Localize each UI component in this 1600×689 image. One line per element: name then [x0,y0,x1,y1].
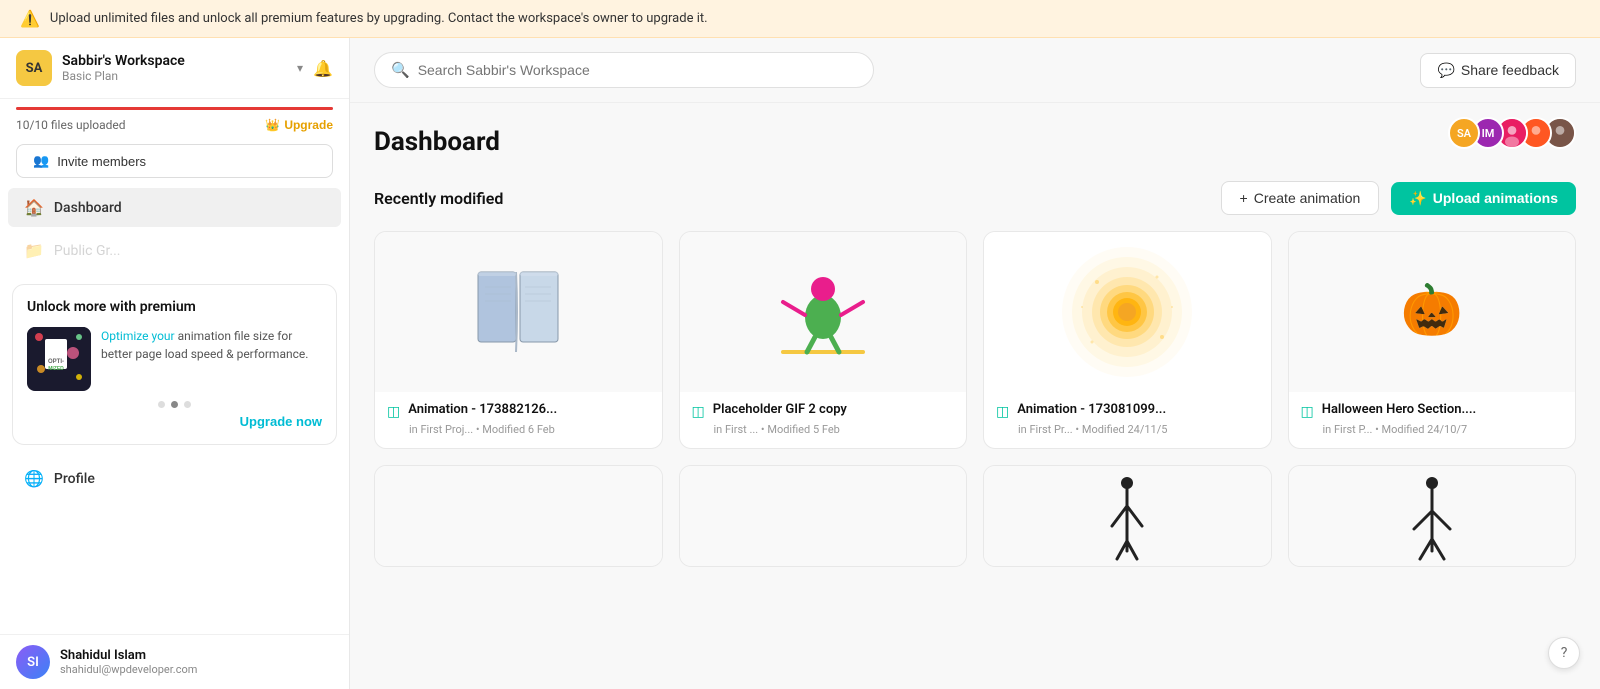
animation-card-2[interactable]: ◫ Placeholder GIF 2 copy in First ... • … [679,231,968,449]
user-avatar: SI [16,645,50,679]
card-preview-1 [375,232,662,392]
animation-card-3[interactable]: ◫ Animation - 173081099... in First Pr..… [983,231,1272,449]
animation-file-icon-3: ◫ [996,404,1009,420]
collaborators-avatars: SA IM [1456,117,1576,149]
card-info-2: ◫ Placeholder GIF 2 copy in First ... • … [680,392,967,448]
card-preview-8 [1289,466,1576,566]
workspace-name: Sabbir's Workspace [62,53,287,69]
upgrade-now-button[interactable]: Upgrade now [27,414,322,429]
user-details: Shahidul Islam shahidul@wpdeveloper.com [60,648,197,676]
animation-file-icon-1: ◫ [387,404,400,420]
user-email: shahidul@wpdeveloper.com [60,663,197,676]
card-info-4: ◫ Halloween Hero Section.... in First P.… [1289,392,1576,448]
header-right: 💬 Share feedback [1420,53,1576,88]
bell-icon[interactable]: 🔔 [313,59,333,78]
card-title-2: Placeholder GIF 2 copy [713,402,847,419]
workspace-avatar: SA [16,50,52,86]
recently-modified-section: Recently modified + Create animation ✨ U… [374,181,1576,215]
search-input[interactable] [418,62,857,78]
sidebar: SA Sabbir's Workspace Basic Plan ▾ 🔔 10/… [0,38,350,689]
premium-description: Optimize your animation file size for be… [101,327,322,363]
card-meta-3: in First Pr... • Modified 24/11/5 [996,423,1259,436]
actions-row: + Create animation ✨ Upload animations [1221,181,1576,215]
home-icon: 🏠 [24,198,44,217]
page-title: Dashboard [374,127,1576,157]
chat-icon: 💬 [1437,62,1454,79]
card-meta-4: in First P... • Modified 24/10/7 [1301,423,1564,436]
card-preview-3 [984,232,1271,392]
card-preview-2 [680,232,967,392]
search-icon: 🔍 [391,61,410,79]
workspace-header[interactable]: SA Sabbir's Workspace Basic Plan ▾ 🔔 [0,38,349,99]
dashboard-content: SA IM Dashboard Recently modified [350,103,1600,591]
carousel-dots [27,401,322,408]
user-name: Shahidul Islam [60,648,197,663]
banner-text: Upload unlimited files and unlock all pr… [50,11,708,26]
help-button[interactable]: ? [1548,637,1580,669]
sparkle-icon: ✨ [1409,190,1426,207]
premium-card: Unlock more with premium OPT [12,284,337,445]
sidebar-item-dashboard[interactable]: 🏠 Dashboard [8,188,341,227]
invite-members-button[interactable]: 👥 Invite members [16,144,333,178]
card-info-1: ◫ Animation - 173882126... in First Proj… [375,392,662,448]
animation-card-5[interactable] [374,465,663,567]
animation-card-8[interactable] [1288,465,1577,567]
workspace-info: Sabbir's Workspace Basic Plan [62,53,287,83]
animation-file-icon-2: ◫ [692,404,705,420]
chevron-down-icon[interactable]: ▾ [297,61,303,75]
card-preview-5 [375,466,662,566]
dot-1 [158,401,165,408]
card-meta-2: in First ... • Modified 5 Feb [692,423,955,436]
warning-icon: ⚠️ [20,9,40,28]
premium-title: Unlock more with premium [27,299,322,315]
recently-modified-title: Recently modified [374,189,503,208]
plus-icon: + [1240,190,1248,206]
crown-icon: 👑 [265,118,280,132]
upgrade-banner: ⚠️ Upload unlimited files and unlock all… [0,0,1600,38]
card-preview-6 [680,466,967,566]
dot-2 [171,401,178,408]
user-plus-icon: 👥 [33,153,49,169]
upgrade-button[interactable]: 👑 Upgrade [265,118,333,132]
sidebar-item-projects[interactable]: 📁 Public Gr... [8,231,341,270]
animation-card-7[interactable] [983,465,1272,567]
workspace-plan: Basic Plan [62,69,287,83]
card-title-4: Halloween Hero Section.... [1322,402,1477,419]
dot-3 [184,401,191,408]
progress-bar-fill [16,107,333,110]
card-title-1: Animation - 173882126... [408,402,557,419]
files-progress-bar [16,107,333,110]
animation-card-4[interactable]: 🎃 ◫ Halloween Hero Section.... in First … [1288,231,1577,449]
avatar-1: SA [1448,117,1480,149]
share-feedback-button[interactable]: 💬 Share feedback [1420,53,1576,88]
sidebar-item-profile[interactable]: 🌐 Profile [8,459,341,498]
globe-icon: 🌐 [24,469,44,488]
svg-text:🎃: 🎃 [1401,281,1463,340]
user-info[interactable]: SI Shahidul Islam shahidul@wpdeveloper.c… [0,634,349,689]
card-preview-7 [984,466,1271,566]
animation-file-icon-4: ◫ [1301,404,1314,420]
main-content: 🔍 💬 Share feedback SA IM [350,38,1600,689]
svg-text:MIZED: MIZED [48,366,64,372]
card-info-3: ◫ Animation - 173081099... in First Pr..… [984,392,1271,448]
upload-animations-button[interactable]: ✨ Upload animations [1391,182,1576,215]
animations-grid: ◫ Animation - 173882126... in First Proj… [374,231,1576,567]
main-header: 🔍 💬 Share feedback [350,38,1600,103]
animation-card-1[interactable]: ◫ Animation - 173882126... in First Proj… [374,231,663,449]
create-animation-button[interactable]: + Create animation [1221,181,1380,215]
files-uploaded-label: 10/10 files uploaded [16,118,126,132]
svg-text:OPTI-: OPTI- [48,359,64,365]
folder-icon: 📁 [24,241,44,260]
animation-card-6[interactable] [679,465,968,567]
card-preview-4: 🎃 [1289,232,1576,392]
premium-image: OPTI- MIZED [27,327,91,391]
card-title-3: Animation - 173081099... [1017,402,1166,419]
card-meta-1: in First Proj... • Modified 6 Feb [387,423,650,436]
search-box[interactable]: 🔍 [374,52,874,88]
